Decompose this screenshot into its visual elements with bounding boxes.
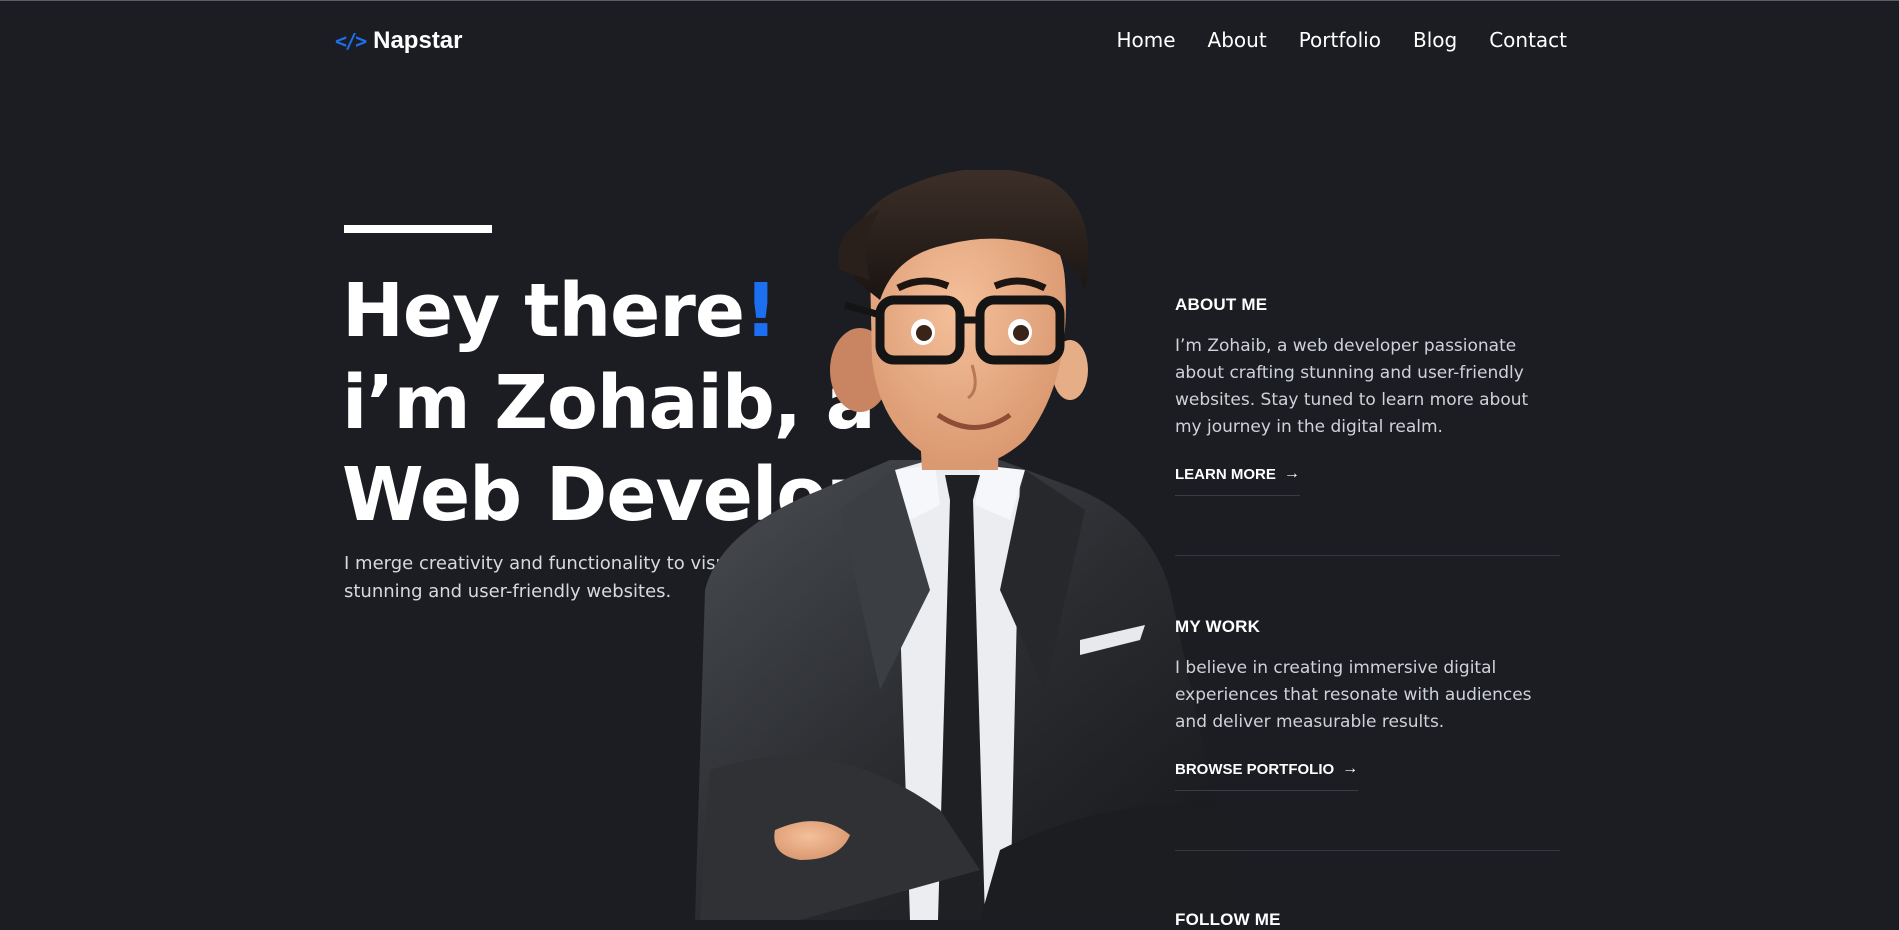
nav-about[interactable]: About [1208,28,1267,52]
arrow-right-icon: → [1283,465,1300,482]
about-text: I’m Zohaib, a web developer passionate a… [1175,336,1529,437]
about-heading: ABOUT ME [1175,295,1268,314]
hero-accent-bar [344,225,492,233]
top-border [0,0,1899,1]
arrow-right-icon: → [1342,760,1359,777]
browse-portfolio-link[interactable]: BROWSE PORTFOLIO → [1175,760,1359,791]
nav-home[interactable]: Home [1116,28,1175,52]
code-icon: </> [335,29,367,53]
follow-heading: FOLLOW ME [1175,910,1281,929]
about-section: ABOUT ME I’m Zohaib, a web developer pas… [1175,295,1560,496]
work-section: MY WORK I believe in creating immersive … [1175,617,1560,791]
developer-avatar-illustration [695,170,1240,920]
work-text: I believe in creating immersive digital … [1175,658,1532,732]
main-nav: Home About Portfolio Blog Contact [1116,28,1567,52]
section-divider [1175,555,1560,556]
logo[interactable]: </> Napstar [335,27,463,55]
follow-section: FOLLOW ME [1175,910,1560,930]
nav-blog[interactable]: Blog [1413,28,1457,52]
work-heading: MY WORK [1175,617,1261,636]
learn-more-link[interactable]: LEARN MORE → [1175,465,1300,496]
browse-portfolio-label: BROWSE PORTFOLIO [1175,760,1335,778]
nav-contact[interactable]: Contact [1489,28,1567,52]
section-divider [1175,850,1560,851]
brand-name: Napstar [373,27,463,54]
learn-more-label: LEARN MORE [1175,465,1276,483]
nav-portfolio[interactable]: Portfolio [1299,28,1381,52]
